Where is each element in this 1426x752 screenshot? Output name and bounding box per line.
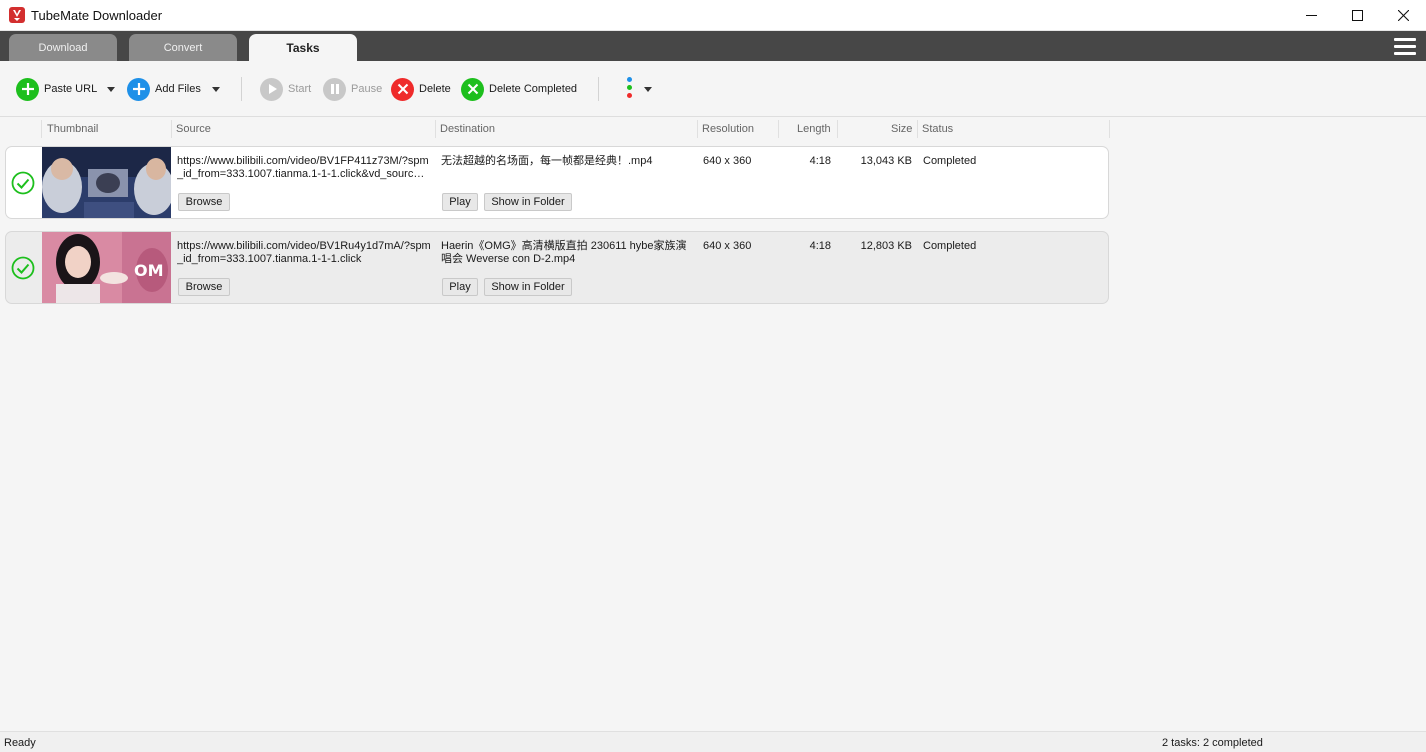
paste-url-button[interactable]: Paste URL	[16, 77, 97, 101]
task-status: Completed	[923, 240, 977, 252]
toolbar-divider	[241, 77, 242, 101]
pause-label: Pause	[351, 83, 383, 95]
maximize-button[interactable]	[1334, 0, 1380, 31]
svg-text:OM: OM	[134, 261, 164, 280]
task-resolution: 640 x 360	[703, 155, 752, 167]
add-files-label: Add Files	[155, 83, 201, 95]
menu-icon[interactable]	[1394, 38, 1416, 55]
delete-button[interactable]: Delete	[391, 77, 451, 101]
column-size[interactable]: Size	[891, 123, 912, 135]
delete-completed-x-icon	[461, 77, 484, 101]
play-button[interactable]: Play	[442, 193, 478, 211]
task-length: 4:18	[809, 240, 831, 252]
close-button[interactable]	[1380, 0, 1426, 31]
task-row[interactable]: OM https://www.bilibili.com/video/BV1Ru4…	[5, 231, 1109, 304]
task-source-url: https://www.bilibili.com/video/BV1Ru4y1d…	[177, 240, 431, 265]
color-dots-icon[interactable]	[626, 77, 634, 101]
delete-label: Delete	[419, 83, 451, 95]
paste-url-dropdown-icon[interactable]	[107, 87, 115, 92]
show-in-folder-button[interactable]: Show in Folder	[484, 278, 572, 296]
task-length: 4:18	[809, 155, 831, 167]
task-source-url: https://www.bilibili.com/video/BV1FP411z…	[177, 155, 429, 180]
column-length[interactable]: Length	[797, 123, 831, 135]
video-thumbnail[interactable]	[42, 147, 171, 218]
plus-icon	[127, 77, 150, 101]
task-destination: Haerin《OMG》高清横版直拍 230611 hybe家族演唱会 Wever…	[441, 240, 687, 265]
task-size: 12,803 KB	[860, 240, 912, 252]
pause-icon	[323, 77, 346, 101]
start-button[interactable]: Start	[260, 77, 311, 101]
browse-button[interactable]: Browse	[178, 193, 230, 211]
toolbar-divider	[598, 77, 599, 101]
window-title: TubeMate Downloader	[31, 8, 163, 23]
browse-button[interactable]: Browse	[178, 278, 230, 296]
video-thumbnail[interactable]: OM	[42, 232, 171, 303]
column-resolution[interactable]: Resolution	[702, 123, 754, 135]
tubemate-logo-icon	[9, 7, 25, 23]
task-destination: 无法超越的名场面，每一帧都是经典！.mp4	[441, 155, 653, 167]
completed-check-icon	[11, 256, 35, 280]
column-status[interactable]: Status	[922, 123, 953, 135]
delete-x-icon	[391, 77, 414, 101]
status-text: Ready	[4, 737, 36, 749]
tab-tasks[interactable]: Tasks	[249, 34, 357, 61]
toolbar: Paste URL Add Files Start Pause Delete D…	[0, 61, 1426, 117]
table-header: Thumbnail Source Destination Resolution …	[0, 118, 1110, 140]
add-files-dropdown-icon[interactable]	[212, 87, 220, 92]
minimize-button[interactable]	[1288, 0, 1334, 31]
column-source[interactable]: Source	[176, 123, 211, 135]
show-in-folder-button[interactable]: Show in Folder	[484, 193, 572, 211]
paste-url-label: Paste URL	[44, 83, 98, 95]
tab-convert[interactable]: Convert	[129, 34, 237, 61]
completed-check-icon	[11, 171, 35, 195]
delete-completed-button[interactable]: Delete Completed	[461, 77, 577, 101]
delete-completed-label: Delete Completed	[489, 83, 578, 95]
status-bar: Ready 2 tasks: 2 completed	[0, 731, 1426, 752]
plus-icon	[16, 77, 39, 101]
pause-button[interactable]: Pause	[323, 77, 382, 101]
column-destination[interactable]: Destination	[440, 123, 495, 135]
play-button[interactable]: Play	[442, 278, 478, 296]
tab-download[interactable]: Download	[9, 34, 117, 61]
play-icon	[260, 77, 283, 101]
task-row[interactable]: https://www.bilibili.com/video/BV1FP411z…	[5, 146, 1109, 219]
title-bar: TubeMate Downloader	[0, 0, 1426, 31]
task-resolution: 640 x 360	[703, 240, 752, 252]
tab-bar: Download Convert Tasks	[0, 31, 1426, 61]
more-options-dropdown-icon[interactable]	[644, 87, 652, 92]
task-size: 13,043 KB	[860, 155, 912, 167]
add-files-button[interactable]: Add Files	[127, 77, 201, 101]
task-summary: 2 tasks: 2 completed	[1162, 737, 1263, 749]
start-label: Start	[288, 83, 312, 95]
column-thumbnail[interactable]: Thumbnail	[47, 123, 98, 135]
task-status: Completed	[923, 155, 977, 167]
